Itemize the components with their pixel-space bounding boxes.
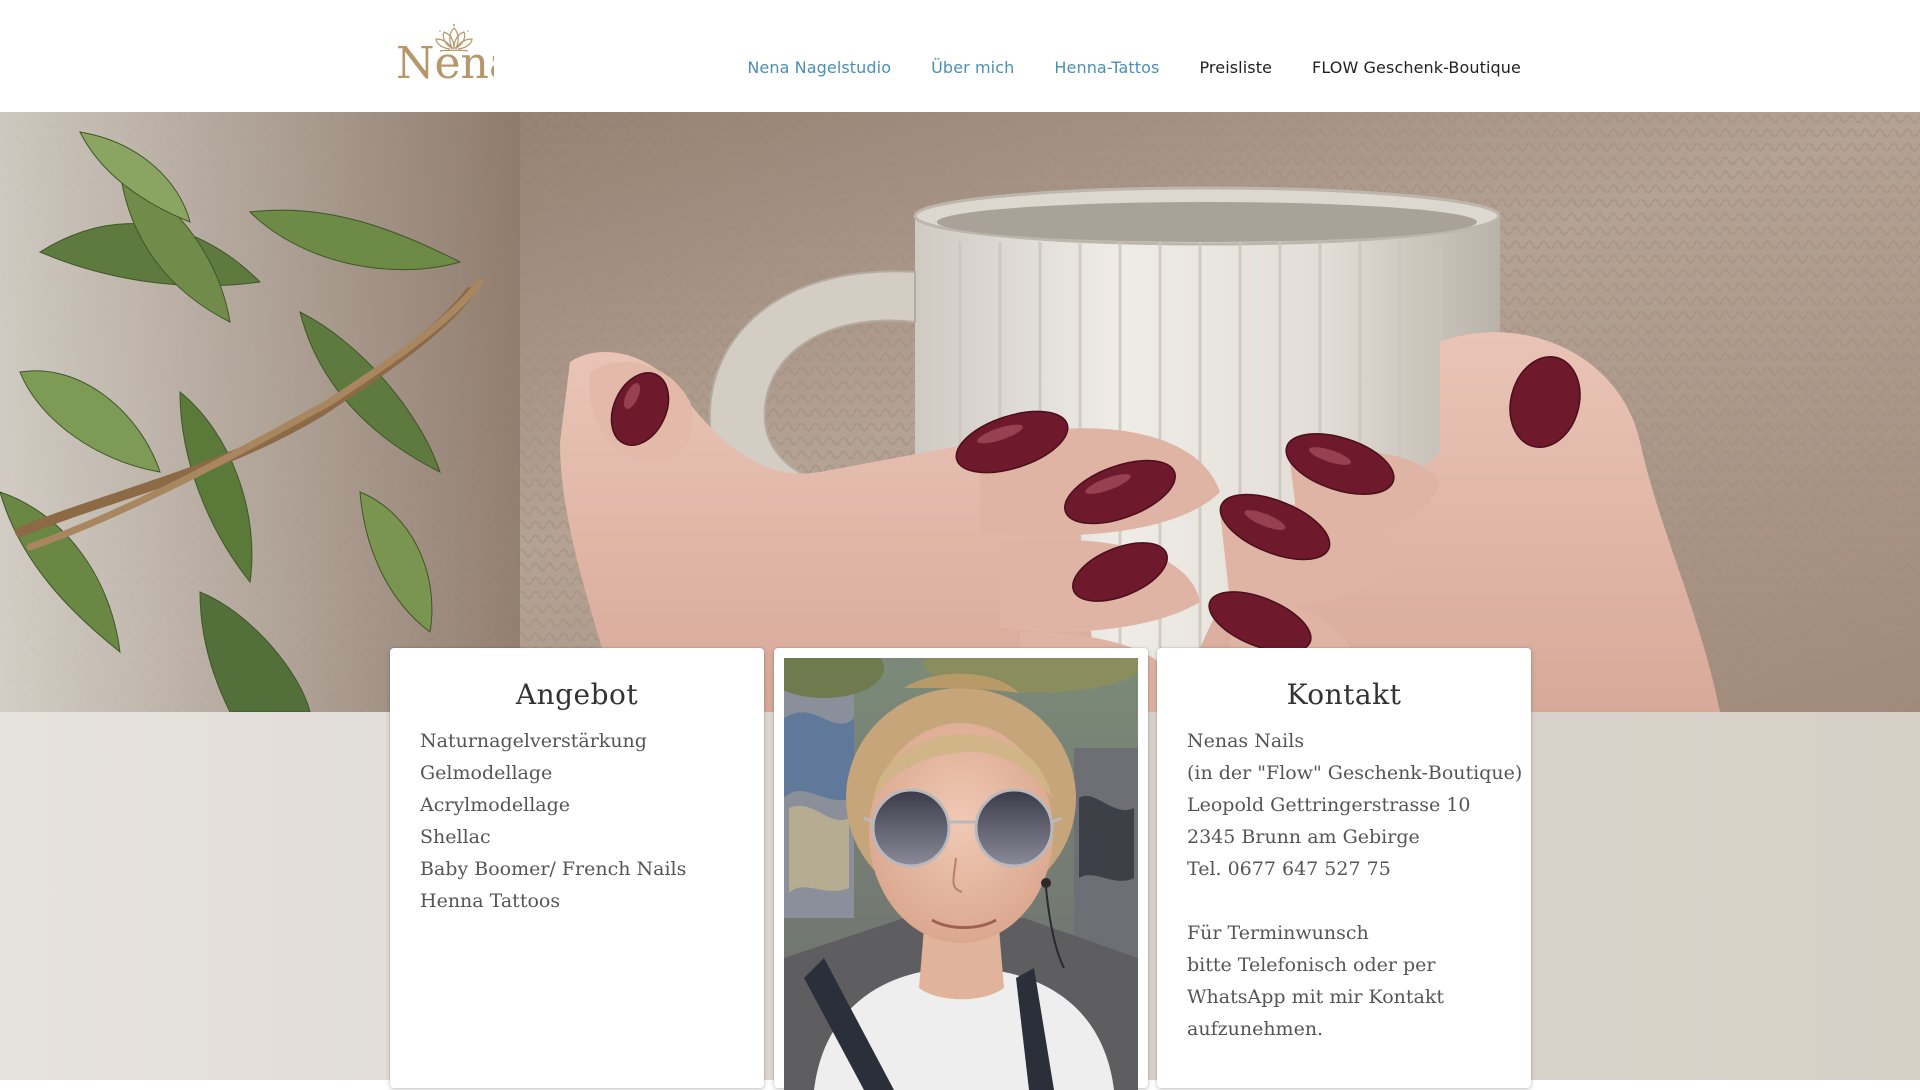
portrait-photo <box>784 658 1138 1090</box>
main-nav: Nena Nagelstudio Über mich Henna-Tattos … <box>747 58 1521 77</box>
kontakt-card: Kontakt Nenas Nails (in der "Flow" Gesch… <box>1157 648 1531 1088</box>
angebot-title: Angebot <box>515 678 639 711</box>
portrait-photo-icon <box>784 658 1138 1090</box>
kontakt-note-line: bitte Telefonisch oder per <box>1187 954 1436 976</box>
kontakt-note-line: aufzunehmen. <box>1187 1018 1324 1040</box>
nav-preisliste[interactable]: Preisliste <box>1199 58 1272 77</box>
angebot-item: Shellac <box>420 826 491 848</box>
kontakt-title: Kontakt <box>1286 678 1402 711</box>
hero-image <box>0 112 1920 712</box>
nav-flow-geschenk-boutique[interactable]: FLOW Geschenk-Boutique <box>1312 58 1521 77</box>
kontakt-phone[interactable]: Tel. 0677 647 527 75 <box>1187 853 1501 885</box>
kontakt-city: 2345 Brunn am Gebirge <box>1187 826 1420 848</box>
angebot-item: Gelmodellage <box>420 762 553 784</box>
logo-text: Nena <box>396 38 494 84</box>
logo[interactable]: Nena <box>394 22 494 84</box>
portrait-card <box>774 648 1148 1090</box>
angebot-card: Angebot Naturnagelverstärkung Gelmodella… <box>390 648 764 1088</box>
hands-holding-mug-with-burgundy-nails-icon <box>0 112 1920 712</box>
kontakt-note-line: WhatsApp mit mir Kontakt <box>1187 986 1445 1008</box>
angebot-item: Acrylmodellage <box>420 794 571 816</box>
angebot-list: Naturnagelverstärkung Gelmodellage Acryl… <box>390 725 764 917</box>
angebot-item: Baby Boomer/ French Nails <box>420 858 687 880</box>
angebot-item: Henna Tattoos <box>420 890 561 912</box>
nav-nena-nagelstudio[interactable]: Nena Nagelstudio <box>747 58 891 77</box>
kontakt-name: Nenas Nails <box>1187 730 1305 752</box>
kontakt-details: Nenas Nails (in der "Flow" Geschenk-Bout… <box>1157 725 1531 1045</box>
nav-ueber-mich[interactable]: Über mich <box>931 58 1014 77</box>
lotus-logo-icon: Nena <box>396 24 494 84</box>
kontakt-street: Leopold Gettringerstrasse 10 <box>1187 794 1471 816</box>
angebot-item: Naturnagelverstärkung <box>420 730 647 752</box>
kontakt-note-line: Für Terminwunsch <box>1187 922 1369 944</box>
kontakt-location-note: (in der "Flow" Geschenk-Boutique) <box>1187 762 1523 784</box>
site-header: Nena Nena Nagelstudio Über mich Henna-Ta… <box>0 0 1920 112</box>
nav-henna-tattos[interactable]: Henna-Tattos <box>1054 58 1159 77</box>
